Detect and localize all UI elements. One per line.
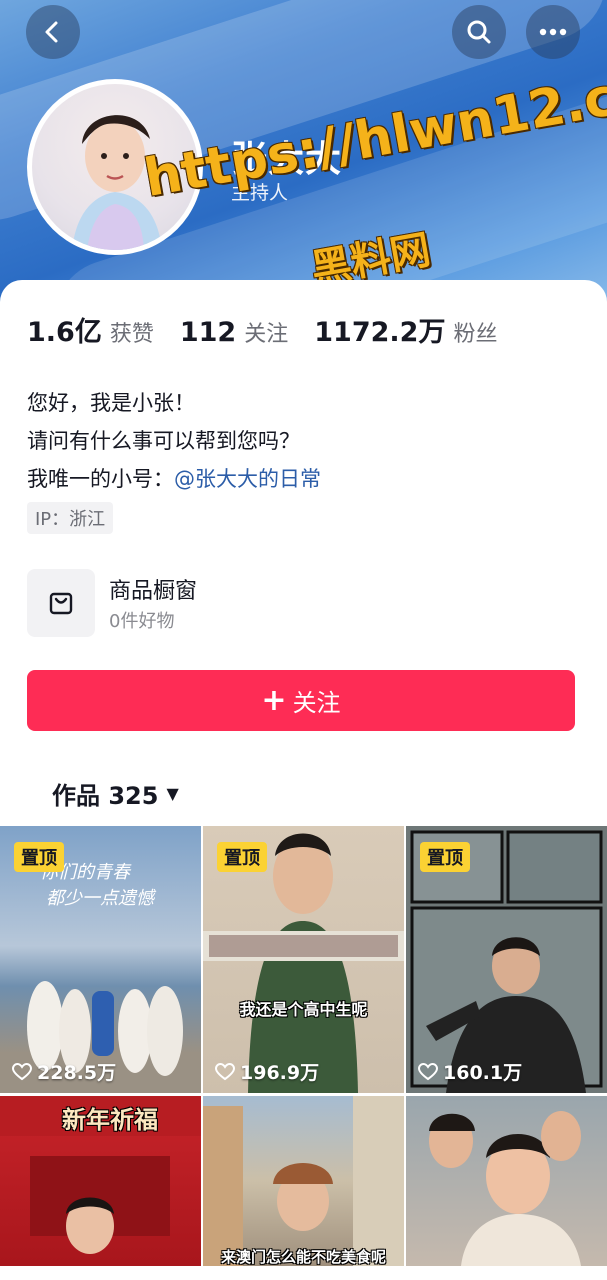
bio-mention-link[interactable]: @张大大的日常 — [174, 467, 321, 491]
pinned-badge: 置顶 — [420, 842, 470, 872]
stat-following[interactable]: 112 关注 — [180, 316, 288, 348]
bio-line-1: 您好，我是小张！ — [27, 391, 195, 415]
video-thumbnail — [429, 1111, 581, 1266]
stat-likes: 1.6亿 获赞 — [27, 310, 154, 349]
stat-followers[interactable]: 1172.2万 粉丝 — [314, 310, 497, 349]
video-tile[interactable]: 来澳门怎么能不吃美食呢 — [203, 1096, 404, 1266]
svg-text:都少一点遗憾: 都少一点遗憾 — [46, 888, 157, 909]
shop-icon-box — [27, 569, 95, 637]
video-likes: 160.1万 — [418, 1058, 522, 1085]
tab-works-label: 作品 325 — [52, 782, 159, 810]
bag-icon — [49, 592, 73, 615]
pinned-badge: 置顶 — [14, 842, 64, 872]
video-likes-count: 160.1万 — [443, 1062, 523, 1084]
stats-row: 1.6亿 获赞 112 关注 1172.2万 粉丝 — [27, 310, 523, 349]
profile-banner: 张大大 主持人 https://hlwn12.com 黑料网 — [0, 0, 607, 310]
more-icon — [539, 28, 567, 36]
stat-likes-value: 1.6亿 — [27, 317, 102, 348]
tab-works[interactable]: 作品 325 ▼ — [52, 776, 179, 811]
follow-button-label: 关注 — [292, 689, 341, 717]
follow-button[interactable]: + 关注 — [27, 670, 575, 731]
search-button[interactable] — [452, 5, 506, 59]
video-likes-count: 196.9万 — [240, 1062, 320, 1084]
video-caption: 我还是个高中生呢 — [239, 1000, 368, 1019]
video-tile[interactable]: 你们的青春 都少一点遗憾 置顶 228.5万 — [0, 826, 201, 1093]
back-button[interactable] — [26, 5, 80, 59]
shop-title: 商品橱窗 — [109, 579, 198, 604]
video-likes: 196.9万 — [215, 1058, 319, 1085]
heart-icon — [215, 1062, 235, 1080]
bio: 您好，我是小张！ 请问有什么事可以帮到您吗？ 我唯一的小号：@张大大的日常 — [27, 384, 321, 498]
bio-line-3-prefix: 我唯一的小号： — [27, 467, 174, 491]
video-thumbnail — [203, 1096, 404, 1266]
video-caption: 来澳门怎么能不吃美食呢 — [220, 1248, 386, 1266]
more-button[interactable] — [526, 5, 580, 59]
ip-tag: IP：浙江 — [27, 502, 114, 534]
plus-icon: + — [261, 682, 287, 718]
stat-followers-label: 粉丝 — [453, 322, 498, 347]
video-likes-count: 228.5万 — [37, 1062, 117, 1084]
stat-following-label: 关注 — [244, 322, 289, 347]
shop-subtitle: 0件好物 — [109, 611, 175, 632]
video-caption: 新年祈福 — [62, 1106, 158, 1134]
video-tile[interactable]: 置顶 我还是个高中生呢 196.9万 — [203, 826, 404, 1093]
pinned-badge: 置顶 — [217, 842, 267, 872]
stat-likes-label: 获赞 — [109, 322, 154, 347]
video-tile[interactable]: 新年祈福 — [0, 1096, 201, 1266]
shop-window[interactable]: 商品橱窗 0件好物 — [27, 569, 427, 637]
bio-line-2: 请问有什么事可以帮到您吗？ — [27, 429, 300, 453]
bio-line-3: 我唯一的小号：@张大大的日常 — [27, 460, 321, 498]
caret-down-icon: ▼ — [166, 784, 179, 803]
stat-followers-value: 1172.2万 — [314, 317, 446, 348]
back-icon — [45, 21, 58, 43]
video-likes: 228.5万 — [12, 1058, 116, 1085]
profile-card: 1.6亿 获赞 112 关注 1172.2万 粉丝 您好，我是小张！ 请问有什么… — [0, 280, 607, 1280]
search-icon — [467, 20, 491, 44]
video-tile[interactable]: 置顶 160.1万 — [406, 826, 607, 1093]
video-tile[interactable] — [406, 1096, 607, 1266]
heart-icon — [418, 1062, 438, 1080]
heart-icon — [12, 1062, 32, 1080]
stat-following-value: 112 — [179, 317, 237, 348]
